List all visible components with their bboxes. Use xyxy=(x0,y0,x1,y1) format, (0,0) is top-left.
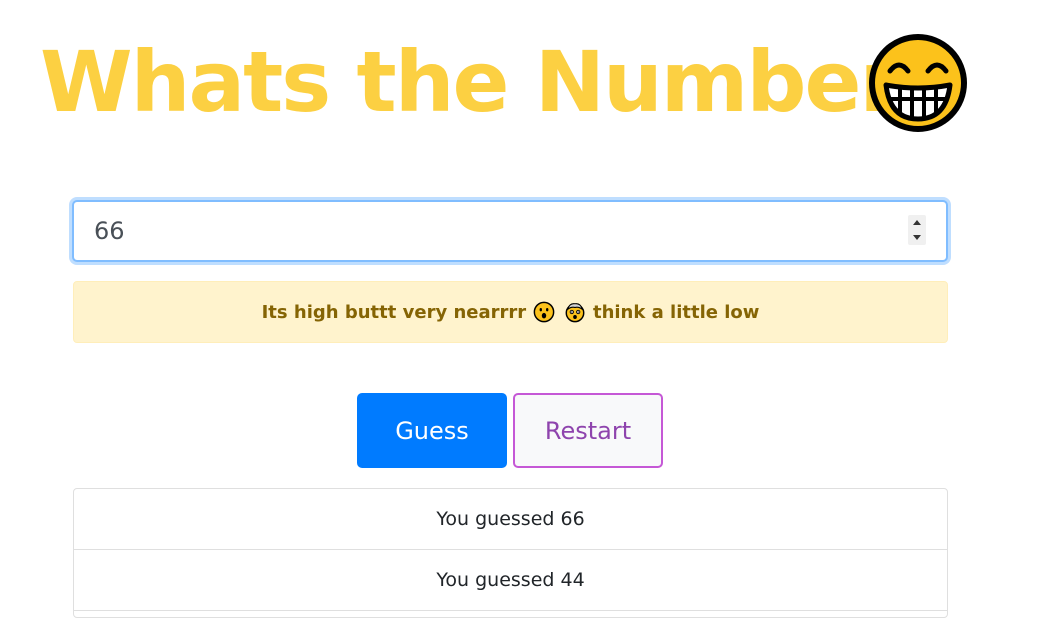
list-item: You guessed 44 xyxy=(74,550,947,611)
list-item: You guessed 66 xyxy=(74,489,947,550)
hint-text-before: Its high buttt very nearrrr xyxy=(261,302,527,323)
exploding-head-icon xyxy=(565,303,585,323)
title-row: Whats the Number? xyxy=(40,32,948,132)
caret-down-icon xyxy=(913,235,921,240)
hint-text-after: think a little low xyxy=(592,302,760,323)
astonished-face-icon xyxy=(534,301,555,323)
guess-number-input[interactable]: 66 xyxy=(72,200,948,262)
grinning-face-icon xyxy=(869,34,967,132)
page-title: Whats the Number? xyxy=(40,33,948,131)
hint-text: Its high buttt very nearrrr think a litt… xyxy=(261,301,760,323)
spin-down-button[interactable] xyxy=(908,230,926,245)
hint-alert: Its high buttt very nearrrr think a litt… xyxy=(73,281,948,343)
number-spinner[interactable] xyxy=(908,215,926,245)
guess-history-list: You guessed 66 You guessed 44 xyxy=(73,488,948,618)
restart-button[interactable]: Restart xyxy=(513,393,663,468)
guess-input-value[interactable]: 66 xyxy=(94,202,125,260)
caret-up-icon xyxy=(913,220,921,225)
guess-button[interactable]: Guess xyxy=(357,393,507,468)
spin-up-button[interactable] xyxy=(908,215,926,230)
